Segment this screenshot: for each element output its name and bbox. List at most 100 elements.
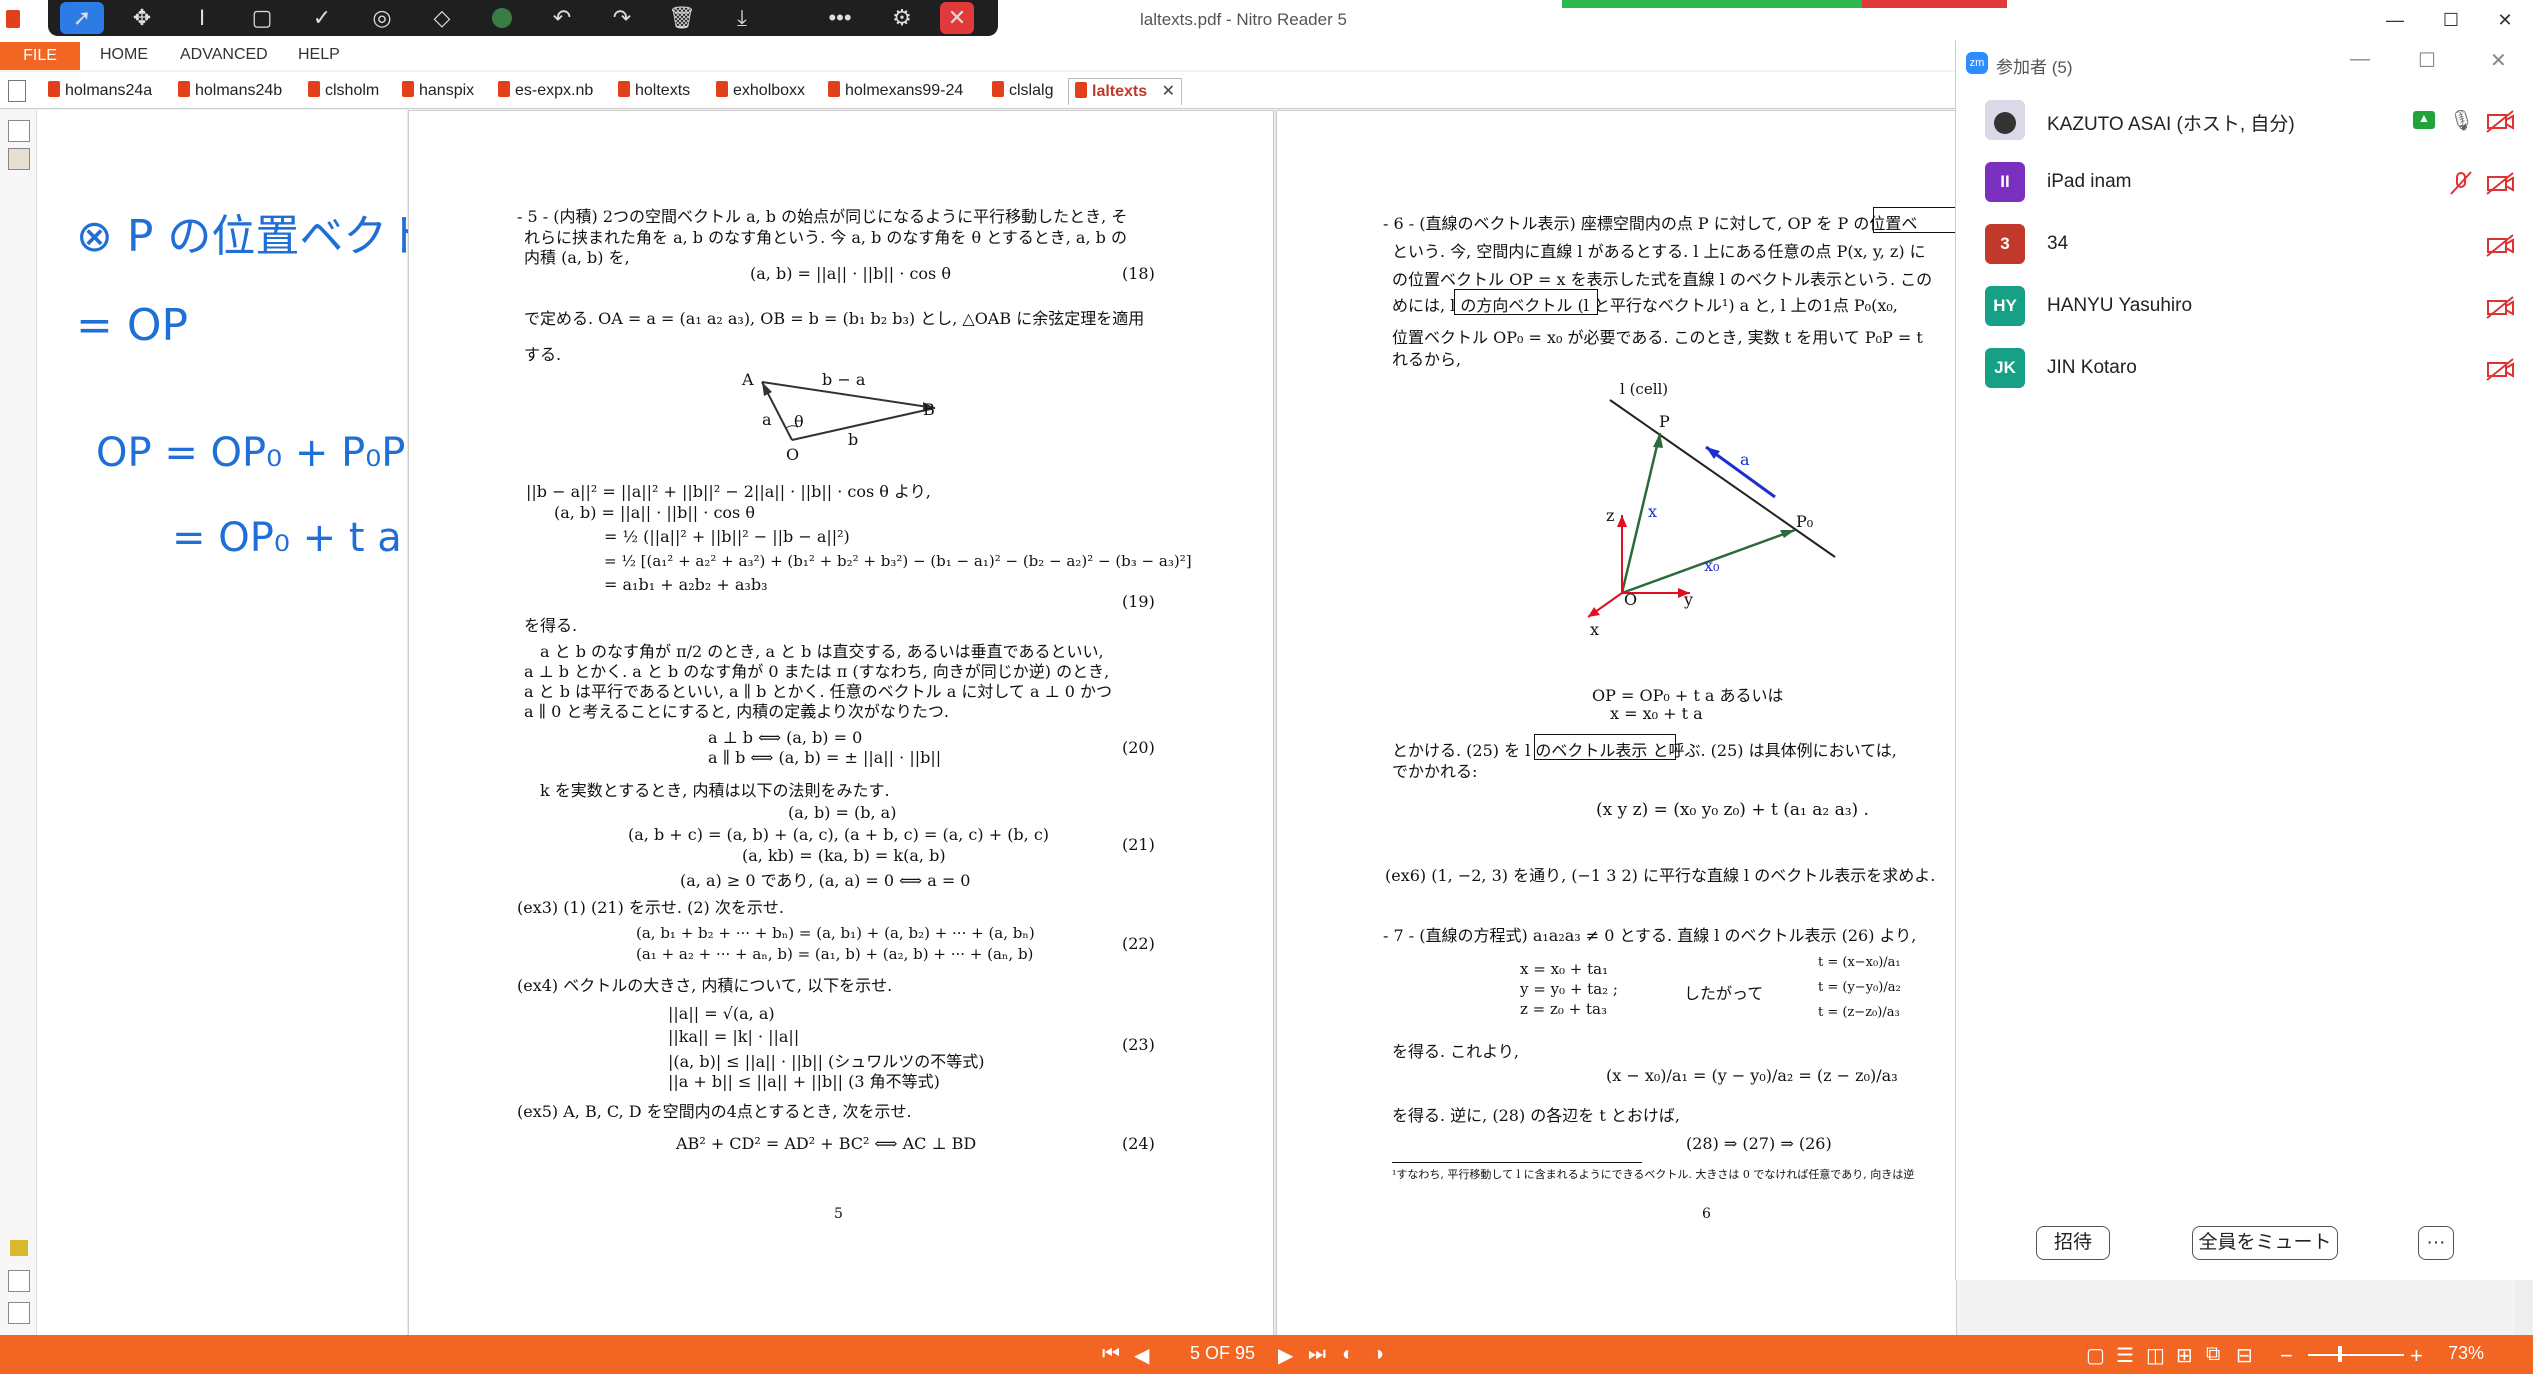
camera-off-icon[interactable] bbox=[2485, 170, 2515, 196]
zoom-out-icon[interactable]: − bbox=[2280, 1343, 2293, 1369]
attachments-panel-icon[interactable] bbox=[8, 1270, 30, 1292]
color-picker-icon[interactable] bbox=[480, 2, 524, 34]
menu-home[interactable]: HOME bbox=[100, 46, 148, 64]
doc-tab[interactable]: exholboxx bbox=[716, 78, 805, 104]
doc-tab[interactable]: clsholm bbox=[308, 78, 379, 104]
doc-tab[interactable]: holmexans99-24 bbox=[828, 78, 963, 104]
mic-icon[interactable]: 🎙 bbox=[2449, 108, 2474, 134]
close-annotation-icon[interactable]: ✕ bbox=[940, 2, 974, 34]
single-page-view-icon[interactable]: ▢ bbox=[2086, 1343, 2105, 1368]
doc-tab[interactable]: es-expx.nb bbox=[498, 78, 593, 104]
participant-row[interactable]: KAZUTO ASAI (ホスト, 自分) ▲ 🎙 bbox=[1985, 94, 2525, 150]
avatar: II bbox=[1985, 162, 2025, 202]
text-line: れるから, bbox=[1392, 350, 1462, 369]
save-icon[interactable]: ⤓ bbox=[720, 2, 764, 34]
zoom-slider[interactable] bbox=[2308, 1354, 2404, 1356]
more-options-button[interactable]: ··· bbox=[2418, 1226, 2454, 1260]
panel-minimize-icon[interactable]: — bbox=[2350, 48, 2370, 71]
camera-off-icon[interactable] bbox=[2485, 294, 2515, 320]
page-number: 6 bbox=[1702, 1206, 1711, 1222]
equation-21-line: (a, b) = (b, a) bbox=[788, 803, 897, 822]
output-panel-icon[interactable] bbox=[8, 1302, 30, 1324]
shape-tool-icon[interactable]: ▢ bbox=[240, 2, 284, 34]
bookmarks-panel-icon[interactable] bbox=[8, 148, 30, 170]
mic-muted-icon[interactable] bbox=[2449, 170, 2473, 196]
menu-advanced[interactable]: ADVANCED bbox=[180, 46, 268, 64]
spotlight-tool-icon[interactable]: ◎ bbox=[360, 2, 404, 34]
zoom-in-icon[interactable]: + bbox=[2410, 1343, 2423, 1369]
text-tool-icon[interactable]: I bbox=[180, 2, 224, 34]
prev-page-icon[interactable]: ◀ bbox=[1134, 1343, 1149, 1368]
fig-label-a: a bbox=[1740, 450, 1750, 469]
pdf-icon bbox=[308, 81, 320, 97]
settings-icon[interactable]: ⚙ bbox=[880, 2, 924, 34]
fit-width-icon[interactable]: ⊟ bbox=[2236, 1343, 2253, 1368]
camera-off-icon[interactable] bbox=[2485, 108, 2515, 134]
participant-row[interactable]: HY HANYU Yasuhiro bbox=[1985, 280, 2525, 336]
text-line: でかかれる: bbox=[1392, 762, 1478, 781]
eraser-tool-icon[interactable]: ◇ bbox=[420, 2, 464, 34]
redo-icon[interactable]: ↷ bbox=[600, 2, 644, 34]
move-tool-icon[interactable]: ✥ bbox=[120, 2, 164, 34]
continuous-view-icon[interactable]: ☰ bbox=[2116, 1343, 2134, 1368]
first-page-icon[interactable]: ⏮ bbox=[1102, 1343, 1120, 1366]
label-O: O bbox=[786, 445, 800, 464]
equation-23-line: ||ka|| = |k| · ||a|| bbox=[668, 1027, 800, 1046]
zoom-level[interactable]: 73% bbox=[2448, 1343, 2484, 1364]
tab-close-icon[interactable]: ✕ bbox=[1162, 83, 1175, 100]
text-line: を得る. 逆に, (28) の各辺を t とおけば, bbox=[1392, 1106, 1680, 1125]
camera-off-icon[interactable] bbox=[2485, 232, 2515, 258]
menu-file[interactable]: FILE bbox=[0, 42, 80, 70]
boxed-term bbox=[1873, 207, 1956, 233]
stamp-tool-icon[interactable]: ✓ bbox=[300, 2, 344, 34]
comments-panel-icon[interactable] bbox=[10, 1240, 28, 1256]
last-page-icon[interactable]: ⏭ bbox=[1308, 1343, 1326, 1366]
doc-tab[interactable]: hanspix bbox=[402, 78, 474, 104]
participant-row[interactable]: JK JIN Kotaro bbox=[1985, 342, 2525, 398]
fig-label-x: x bbox=[1648, 502, 1658, 521]
more-icon[interactable]: ••• bbox=[818, 2, 862, 34]
forward-view-icon[interactable]: ◑ bbox=[1372, 1343, 1384, 1366]
share-screen-icon: ▲ bbox=[2413, 111, 2435, 129]
document-tab-bar bbox=[0, 72, 1955, 109]
tab-list-icon[interactable] bbox=[8, 80, 26, 102]
camera-off-icon[interactable] bbox=[2485, 356, 2515, 382]
pointer-tool-icon[interactable]: ➚ bbox=[60, 2, 104, 34]
minimize-icon[interactable]: — bbox=[2380, 6, 2410, 34]
trash-icon[interactable]: 🗑 bbox=[660, 2, 704, 34]
facing-continuous-view-icon[interactable]: ⊞ bbox=[2176, 1343, 2193, 1368]
facing-view-icon[interactable]: ◫ bbox=[2146, 1343, 2165, 1368]
text-line: を得る. bbox=[524, 616, 578, 635]
equation-25-line: x = x₀ + t a bbox=[1610, 704, 1703, 723]
panel-maximize-icon[interactable]: ☐ bbox=[2418, 48, 2436, 73]
doc-tab[interactable]: clslalg bbox=[992, 78, 1053, 104]
fit-page-icon[interactable]: ⧉ bbox=[2206, 1343, 2220, 1366]
participant-row[interactable]: II iPad inam bbox=[1985, 156, 2525, 212]
fig-label-z: z bbox=[1606, 506, 1615, 525]
participant-name: JIN Kotaro bbox=[2047, 357, 2137, 378]
pdf-icon bbox=[402, 81, 414, 97]
invite-button[interactable]: 招待 bbox=[2036, 1226, 2110, 1260]
back-view-icon[interactable]: ◐ bbox=[1342, 1343, 1354, 1366]
maximize-icon[interactable]: ☐ bbox=[2436, 6, 2466, 34]
scrollbar[interactable] bbox=[2515, 1280, 2533, 1335]
pages-panel-icon[interactable] bbox=[8, 120, 30, 142]
doc-tab-active[interactable]: laltexts ✕ bbox=[1068, 78, 1182, 105]
undo-icon[interactable]: ↶ bbox=[540, 2, 584, 34]
doc-tab[interactable]: holtexts bbox=[618, 78, 690, 104]
handwriting-line4: = OP₀ + t a bbox=[172, 515, 402, 561]
mute-all-button[interactable]: 全員をミュート bbox=[2192, 1226, 2338, 1260]
avatar: HY bbox=[1985, 286, 2025, 326]
equation-19-line: ||b − a||² = ||a||² + ||b||² − 2||a|| · … bbox=[526, 482, 931, 501]
pdf-icon bbox=[828, 81, 840, 97]
equation-27-line: t = (y−y₀)/a₂ bbox=[1818, 980, 1901, 995]
zoom-slider-handle[interactable] bbox=[2338, 1346, 2342, 1362]
next-page-icon[interactable]: ▶ bbox=[1278, 1343, 1293, 1368]
doc-tab[interactable]: holmans24b bbox=[178, 78, 282, 104]
close-icon[interactable]: ✕ bbox=[2490, 6, 2520, 34]
participant-row[interactable]: 3 34 bbox=[1985, 218, 2525, 274]
page-indicator[interactable]: 5 OF 95 bbox=[1190, 1343, 1255, 1364]
panel-close-icon[interactable]: ✕ bbox=[2490, 48, 2507, 73]
menu-help[interactable]: HELP bbox=[298, 46, 340, 64]
doc-tab[interactable]: holmans24a bbox=[48, 78, 152, 104]
